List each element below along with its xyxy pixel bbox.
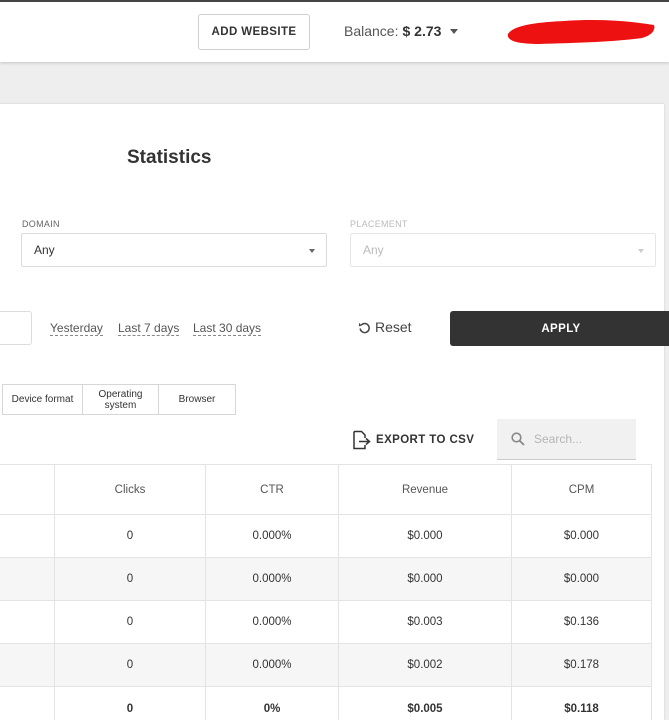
cell-revenue: $0.000	[338, 557, 512, 601]
cell-ctr: 0.000%	[205, 643, 339, 687]
cell-revenue: $0.002	[338, 643, 512, 687]
cell-clicks: 0	[54, 643, 206, 687]
column-header-ctr[interactable]: CTR	[205, 464, 339, 515]
domain-label: DOMAIN	[22, 219, 60, 229]
dropdown-arrow-icon	[638, 249, 644, 253]
tab-operating-system[interactable]: Operating system	[82, 384, 159, 415]
total-dimension	[0, 686, 55, 720]
placement-label: PLACEMENT	[350, 219, 408, 229]
cell-cpm: $0.136	[511, 600, 652, 644]
table-row: 0 0.000% $0.000 $0.000	[0, 514, 652, 558]
balance-label: Balance:	[344, 23, 399, 39]
cell-revenue: $0.003	[338, 600, 512, 644]
column-header-dimension	[0, 464, 55, 515]
search-input[interactable]	[534, 432, 624, 446]
reset-label: Reset	[375, 319, 412, 335]
table-row: 0 0.000% $0.003 $0.136	[0, 600, 652, 644]
search-icon	[511, 432, 525, 446]
total-cpm: $0.118	[511, 686, 652, 720]
table-row: 0 0.000% $0.002 $0.178	[0, 643, 652, 687]
domain-select-value: Any	[34, 243, 55, 257]
cell-cpm: $0.178	[511, 643, 652, 687]
search-box[interactable]	[497, 419, 636, 460]
export-file-icon	[353, 430, 371, 450]
tab-device-format[interactable]: Device format	[2, 384, 83, 415]
cell-dimension	[0, 600, 55, 644]
caret-down-icon	[450, 29, 459, 34]
table-header-row: Clicks CTR Revenue CPM	[0, 464, 652, 515]
export-csv-button[interactable]: EXPORT TO CSV	[352, 430, 474, 450]
column-header-revenue[interactable]: Revenue	[338, 464, 512, 515]
cell-clicks: 0	[54, 514, 206, 558]
cell-ctr: 0.000%	[205, 514, 339, 558]
cell-dimension	[0, 514, 55, 558]
export-csv-label: EXPORT TO CSV	[376, 434, 475, 446]
redacted-account-name	[507, 20, 655, 44]
page-title: Statistics	[127, 147, 212, 168]
cell-ctr: 0.000%	[205, 600, 339, 644]
total-revenue: $0.005	[338, 686, 512, 720]
quick-range-yesterday[interactable]: Yesterday	[50, 321, 103, 336]
table-total-row: 0 0% $0.005 $0.118	[0, 686, 652, 720]
quick-range-last-30-days[interactable]: Last 30 days	[193, 321, 262, 336]
top-bar: ADD WEBSITE Balance: $ 2.73	[0, 0, 669, 62]
cell-cpm: $0.000	[511, 557, 652, 601]
reset-icon	[358, 322, 370, 333]
apply-button[interactable]: APPLY	[450, 311, 669, 346]
cell-cpm: $0.000	[511, 514, 652, 558]
date-range-input[interactable]	[0, 311, 32, 345]
balance-dropdown[interactable]: Balance: $ 2.73	[344, 23, 459, 39]
cell-clicks: 0	[54, 557, 206, 601]
table-row: 0 0.000% $0.000 $0.000	[0, 557, 652, 601]
domain-select[interactable]: Any	[21, 233, 327, 267]
placement-select: Any	[350, 233, 656, 267]
balance-value: $ 2.73	[402, 23, 442, 39]
dropdown-arrow-icon	[309, 249, 315, 253]
cell-ctr: 0.000%	[205, 557, 339, 601]
reset-button[interactable]: Reset	[358, 319, 412, 335]
quick-range-last-7-days[interactable]: Last 7 days	[118, 321, 180, 336]
cell-clicks: 0	[54, 600, 206, 644]
column-header-clicks[interactable]: Clicks	[54, 464, 206, 515]
add-website-button[interactable]: ADD WEBSITE	[198, 14, 310, 50]
cell-revenue: $0.000	[338, 514, 512, 558]
column-header-cpm[interactable]: CPM	[511, 464, 652, 515]
tab-browser[interactable]: Browser	[158, 384, 236, 415]
cell-dimension	[0, 557, 55, 601]
cell-dimension	[0, 643, 55, 687]
total-ctr: 0%	[205, 686, 339, 720]
statistics-table: Clicks CTR Revenue CPM 0 0.000% $0.000 $…	[0, 464, 652, 720]
placement-select-value: Any	[363, 243, 384, 257]
total-clicks: 0	[54, 686, 206, 720]
